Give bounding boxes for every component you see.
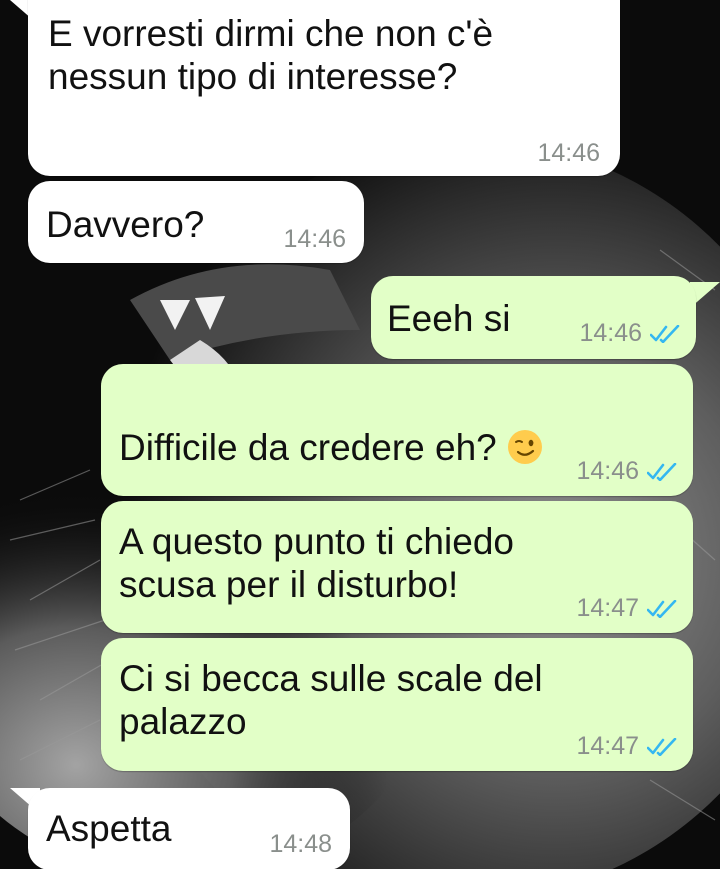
winking-face-emoji-icon [507,430,542,464]
message-timestamp: 14:47 [576,732,639,760]
message-text: Eeeh si [387,298,511,339]
double-check-icon [650,324,680,343]
incoming-message-bubble[interactable]: Davvero? 14:46 [28,181,364,263]
message-meta: 14:46 [576,457,677,486]
outgoing-message-bubble[interactable]: Eeeh si 14:46 [371,276,696,359]
message-text: A questo punto ti chiedo scusa per il di… [119,521,514,605]
outgoing-message-bubble[interactable]: A questo punto ti chiedo scusa per il di… [101,501,693,633]
message-timestamp: 14:47 [576,594,639,622]
message-timestamp: 14:48 [269,830,332,858]
message-timestamp: 14:46 [537,139,600,167]
message-timestamp: 14:46 [283,225,346,253]
double-check-icon [647,462,677,481]
message-text: E vorresti dirmi che non c'è nessun tipo… [48,13,494,97]
incoming-message-bubble[interactable]: Aspetta 14:48 [28,788,350,869]
message-meta: 14:47 [576,732,677,761]
outgoing-message-bubble[interactable]: Ci si becca sulle scale del palazzo 14:4… [101,638,693,771]
message-meta: 14:47 [576,594,677,623]
message-text: Davvero? [46,204,205,245]
message-timestamp: 14:46 [576,457,639,485]
message-meta: 14:46 [579,319,680,348]
message-timestamp: 14:46 [579,319,642,347]
message-text: Ci si becca sulle scale del palazzo [119,658,543,742]
outgoing-message-bubble[interactable]: Difficile da credere eh? 14:46 [101,364,693,496]
message-text: Aspetta [46,808,172,849]
double-check-icon [647,737,677,756]
double-check-icon [647,599,677,618]
message-text: Difficile da credere eh? [119,383,543,469]
incoming-message-bubble[interactable]: E vorresti dirmi che non c'è nessun tipo… [28,0,620,176]
